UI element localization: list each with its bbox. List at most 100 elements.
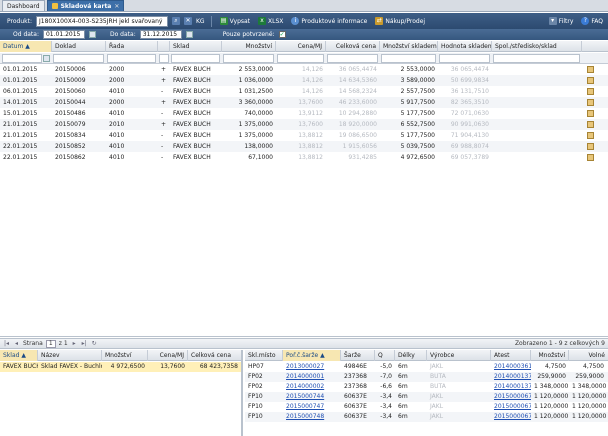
product-info-button[interactable]: i Produktové informace: [289, 16, 369, 27]
next-page-icon[interactable]: ▸: [71, 340, 78, 347]
table-row[interactable]: 22.01.2015 20150862 4010 - FAVEX BUCH 67…: [0, 152, 608, 163]
filter-celkova-input[interactable]: [327, 54, 378, 63]
table-row[interactable]: FAVEX BUCH Sklad FAVEX - Buchlovice 4 97…: [0, 362, 241, 372]
comment-icon[interactable]: [587, 66, 594, 73]
comment-icon[interactable]: [587, 88, 594, 95]
filter-sklad-input[interactable]: [171, 54, 220, 63]
column-header-sklad[interactable]: Sklad ▲: [0, 350, 38, 361]
column-header-doklad[interactable]: Doklad: [52, 41, 106, 52]
table-row[interactable]: 22.01.2015 20150852 4010 - FAVEX BUCH 13…: [0, 141, 608, 152]
unit-label: KG: [195, 17, 205, 25]
filter-mnozstvi-input[interactable]: [223, 54, 274, 63]
confirmed-only-checkbox[interactable]: ✓: [278, 31, 286, 38]
calendar-icon[interactable]: [88, 31, 96, 38]
column-header-sign[interactable]: [158, 41, 170, 52]
cell-atest-link[interactable]: 2014000137: [491, 372, 531, 382]
xlsx-button[interactable]: x XLSX: [256, 16, 285, 27]
calendar-icon[interactable]: [43, 55, 50, 62]
table-row[interactable]: FP02 2014000002 237368 -6,6 6m BUTA 2014…: [245, 382, 608, 392]
vypsat-button[interactable]: ▤ Vypsat: [218, 16, 252, 27]
comment-icon[interactable]: [587, 121, 594, 128]
product-input[interactable]: J180X100X4-003-S235JRH jekl svařovaný: [35, 15, 168, 27]
cell-poradi-sarze-link[interactable]: 2015000747: [283, 402, 341, 412]
column-header-poradi-sarze[interactable]: Poř.č.šarže ▲: [283, 350, 341, 361]
column-header-sarze[interactable]: Šarže: [341, 350, 375, 361]
column-header-celkova[interactable]: Celková cena: [326, 41, 380, 52]
tab-skladova-karta[interactable]: Skladová karta ✕: [46, 0, 125, 11]
filter-datum-input[interactable]: [2, 54, 42, 63]
table-row[interactable]: 21.01.2015 20150079 2010 + FAVEX BUCH 1 …: [0, 119, 608, 130]
prev-page-icon[interactable]: ◂: [13, 340, 20, 347]
page-input[interactable]: 1: [45, 339, 56, 348]
column-header-rada[interactable]: Řada: [106, 41, 158, 52]
close-icon[interactable]: ✕: [114, 3, 119, 10]
table-row[interactable]: 01.01.2015 20150006 2000 + FAVEX BUCH 2 …: [0, 64, 608, 75]
from-date-input[interactable]: 01.01.2015: [42, 30, 85, 39]
column-header-celkova[interactable]: Celková cena: [188, 350, 243, 361]
cell-poradi-sarze-link[interactable]: 2014000002: [283, 382, 341, 392]
table-row[interactable]: 15.01.2015 20150486 4010 - FAVEX BUCH 74…: [0, 108, 608, 119]
column-header-cena[interactable]: Cena/MJ: [276, 41, 326, 52]
column-header-volne[interactable]: Volné: [569, 350, 608, 361]
table-row[interactable]: FP10 2015000747 60637E -3,4 6m JAKL 2015…: [245, 402, 608, 412]
column-header-nazev[interactable]: Název: [38, 350, 102, 361]
comment-icon[interactable]: [587, 99, 594, 106]
column-header-cena[interactable]: Cena/MJ: [148, 350, 188, 361]
comment-icon[interactable]: [587, 154, 594, 161]
cell-atest-link[interactable]: 2015000067: [491, 402, 531, 412]
table-row[interactable]: 21.01.2015 20150834 4010 - FAVEX BUCH 1 …: [0, 130, 608, 141]
table-row[interactable]: FP02 2014000001 237368 -7,0 6m BUTA 2014…: [245, 372, 608, 382]
cell-mnozstvi: 1 120,0000: [534, 393, 569, 400]
comment-icon[interactable]: [587, 143, 594, 150]
filter-rada-input[interactable]: [107, 54, 156, 63]
cell-atest-link[interactable]: 2015000067: [491, 392, 531, 402]
filter-cena-input[interactable]: [277, 54, 324, 63]
tab-dashboard[interactable]: Dashboard: [2, 0, 45, 11]
comment-icon[interactable]: [587, 132, 594, 139]
column-header-mnozstvi[interactable]: Množství: [222, 41, 276, 52]
cell-poradi-sarze-link[interactable]: 2013000027: [283, 362, 341, 372]
cell-poradi-sarze-link[interactable]: 2015000748: [283, 412, 341, 422]
column-header-datum[interactable]: Datum ▲: [0, 41, 52, 52]
cell-poradi-sarze-link[interactable]: 2015000744: [283, 392, 341, 402]
cell-poradi-sarze-link[interactable]: 2014000001: [283, 372, 341, 382]
filter-sign-input[interactable]: [159, 54, 169, 63]
cell-misto: FP10: [248, 413, 263, 420]
table-row[interactable]: HP07 2013000027 49846E -5,0 6m JAKL 2014…: [245, 362, 608, 372]
filter-doklad-input[interactable]: [53, 54, 104, 63]
column-header-hodnota[interactable]: Hodnota skladem: [438, 41, 492, 52]
column-header-skladem[interactable]: Množství skladem: [380, 41, 438, 52]
table-row[interactable]: FP10 2015000744 60637E -3,4 6m JAKL 2015…: [245, 392, 608, 402]
comment-icon[interactable]: [587, 77, 594, 84]
column-header-delky[interactable]: Délky: [395, 350, 427, 361]
column-header-atest[interactable]: Atest: [491, 350, 531, 361]
purchase-sale-button[interactable]: ⇄ Nákup/Prodej: [373, 16, 427, 27]
to-date-input[interactable]: 31.12.2015: [139, 30, 182, 39]
table-row[interactable]: 06.01.2015 20150060 4010 - FAVEX BUCH 1 …: [0, 86, 608, 97]
first-page-icon[interactable]: |◂: [3, 340, 10, 347]
column-header-vyrobce[interactable]: Výrobce: [427, 350, 491, 361]
filter-stredisko-input[interactable]: [493, 54, 580, 63]
column-header-q[interactable]: Q: [375, 350, 395, 361]
cell-atest-link[interactable]: 2015000067: [491, 412, 531, 422]
column-header-mnozstvi[interactable]: Množství: [531, 350, 569, 361]
cell-atest-link[interactable]: 2014000361: [491, 362, 531, 372]
filter-button[interactable]: ▾ Filtry: [547, 16, 576, 27]
search-icon[interactable]: ⌕: [171, 17, 180, 25]
clear-icon[interactable]: ✕: [183, 17, 192, 25]
faq-button[interactable]: ? FAQ: [579, 16, 605, 27]
last-page-icon[interactable]: ▸|: [81, 340, 88, 347]
column-header-misto[interactable]: Skl.místo: [245, 350, 283, 361]
table-row[interactable]: 14.01.2015 20150044 2000 + FAVEX BUCH 3 …: [0, 97, 608, 108]
cell-atest-link[interactable]: 2014000137: [491, 382, 531, 392]
column-header-stredisko[interactable]: Spol./středisko/sklad: [492, 41, 582, 52]
calendar-icon[interactable]: [185, 31, 193, 38]
filter-hodnota-input[interactable]: [439, 54, 490, 63]
column-header-mnozstvi[interactable]: Množství: [102, 350, 148, 361]
refresh-icon[interactable]: ↻: [91, 340, 98, 347]
filter-skladem-input[interactable]: [381, 54, 436, 63]
comment-icon[interactable]: [587, 110, 594, 117]
table-row[interactable]: FP10 2015000748 60637E -3,4 6m JAKL 2015…: [245, 412, 608, 422]
table-row[interactable]: 01.01.2015 20150009 2000 + FAVEX BUCH 1 …: [0, 75, 608, 86]
column-header-sklad[interactable]: Sklad: [170, 41, 222, 52]
